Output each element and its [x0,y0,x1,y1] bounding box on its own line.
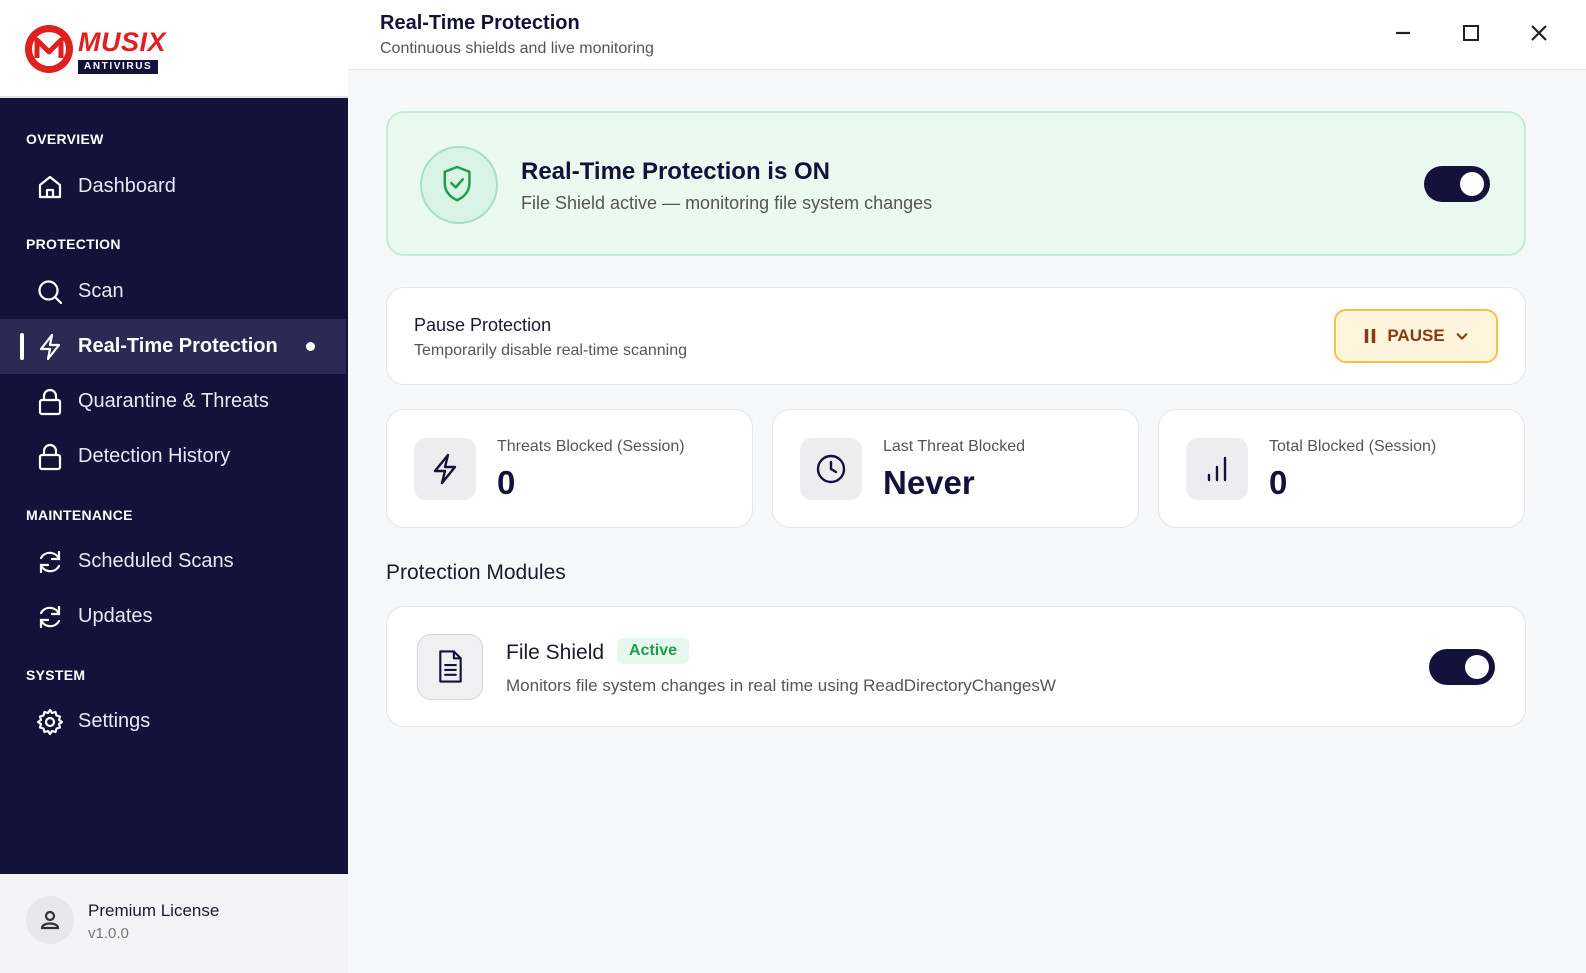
pause-button[interactable]: PAUSE [1334,309,1498,363]
lock-icon [38,443,62,471]
sidebar-item-label: Scan [78,280,124,302]
sidebar-item-label: Quarantine & Threats [78,390,269,412]
page-title: Real-Time Protection [380,12,580,34]
modules-heading: Protection Modules [386,561,566,584]
chevron-down-icon [1456,333,1468,340]
stat-value: 0 [497,464,516,501]
section-system: SYSTEM [26,667,86,683]
shield-badge [420,146,498,224]
document-icon [439,650,462,683]
section-protection: PROTECTION [26,236,121,252]
status-subtitle: File Shield active — monitoring file sys… [521,193,933,213]
sidebar-item-settings[interactable]: Settings [0,694,346,749]
clock-icon [816,454,846,484]
refresh-icon [39,550,61,574]
stat-card-total-blocked: Total Blocked (Session) 0 [1158,409,1525,528]
stat-card-last-threat: Last Threat Blocked Never [772,409,1139,528]
toggle-knob [1460,172,1484,196]
sidebar-item-label: Updates [78,605,153,627]
stat-label: Total Blocked (Session) [1269,438,1437,455]
sidebar-item-label: Scheduled Scans [78,550,234,572]
module-card-file-shield: File Shield Active Monitors file system … [386,606,1526,727]
protection-status-card: Real-Time Protection is ON File Shield a… [386,111,1526,256]
section-overview: OVERVIEW [26,131,104,147]
active-dot [306,342,315,351]
stat-icon-box [414,438,476,500]
minimize-icon[interactable] [1388,18,1418,48]
stat-label: Threats Blocked (Session) [497,438,685,455]
stat-card-threats-blocked: Threats Blocked (Session) 0 [386,409,753,528]
pause-subtitle: Temporarily disable real-time scanning [414,342,688,359]
active-indicator [20,333,24,360]
bar-chart-icon [1207,456,1227,482]
sidebar-item-quarantine[interactable]: Quarantine & Threats [0,374,346,429]
section-maintenance: MAINTENANCE [26,507,133,523]
sidebar-item-updates[interactable]: Updates [0,589,346,644]
avatar [26,896,74,944]
status-title: Real-Time Protection is ON [521,158,830,185]
refresh-icon [39,605,61,629]
module-title: File Shield [506,641,605,664]
stat-value: Never [883,464,975,501]
license-panel[interactable]: Premium License v1.0.0 [0,874,348,973]
sidebar-item-real-time-protection[interactable]: Real-Time Protection [0,319,346,374]
stat-value: 0 [1269,464,1288,501]
brand-sub: ANTIVIRUS [78,60,159,74]
lock-icon [38,388,62,416]
search-icon [38,280,63,305]
pause-icon [1365,329,1376,343]
lightning-icon [39,333,61,361]
stat-icon-box [800,438,862,500]
maximize-icon[interactable] [1456,18,1486,48]
sidebar-item-scan[interactable]: Scan [0,264,346,319]
logo-area: MUSIX ANTIVIRUS [0,0,348,98]
pause-protection-card: Pause Protection Temporarily disable rea… [386,287,1526,385]
sidebar-item-scheduled-scans[interactable]: Scheduled Scans [0,534,346,589]
sidebar-item-dashboard[interactable]: Dashboard [0,159,346,214]
sidebar: MUSIX ANTIVIRUS OVERVIEW Dashboard PROTE… [0,0,348,973]
stat-label: Last Threat Blocked [883,438,1026,455]
module-icon-box [417,634,483,700]
page-subtitle: Continuous shields and live monitoring [380,40,654,57]
sidebar-item-label: Detection History [78,445,231,467]
toggle-knob [1465,655,1489,679]
sidebar-item-label: Dashboard [78,175,176,197]
sidebar-item-detection-history[interactable]: Detection History [0,429,346,484]
logo-icon [25,25,73,73]
pause-title: Pause Protection [414,315,552,335]
sidebar-item-label: Settings [78,710,151,732]
stat-icon-box [1186,438,1248,500]
user-icon [40,910,60,930]
pause-button-label: PAUSE [1387,326,1445,345]
home-icon [38,175,62,199]
close-icon[interactable] [1524,18,1554,48]
logo-text: MUSIX ANTIVIRUS [78,28,166,74]
license-title: Premium License [88,901,220,920]
sidebar-item-label: Real-Time Protection [78,335,278,357]
lightning-icon [433,453,457,485]
version-text: v1.0.0 [88,925,129,942]
brand-name: MUSIX [78,27,167,57]
status-badge: Active [617,638,690,664]
protection-toggle[interactable] [1424,166,1490,202]
file-shield-toggle[interactable] [1429,649,1495,685]
shield-check-icon [443,165,471,202]
gear-icon [36,708,64,736]
module-description: Monitors file system changes in real tim… [506,676,1056,695]
title-bar: Real-Time Protection Continuous shields … [348,0,1586,70]
